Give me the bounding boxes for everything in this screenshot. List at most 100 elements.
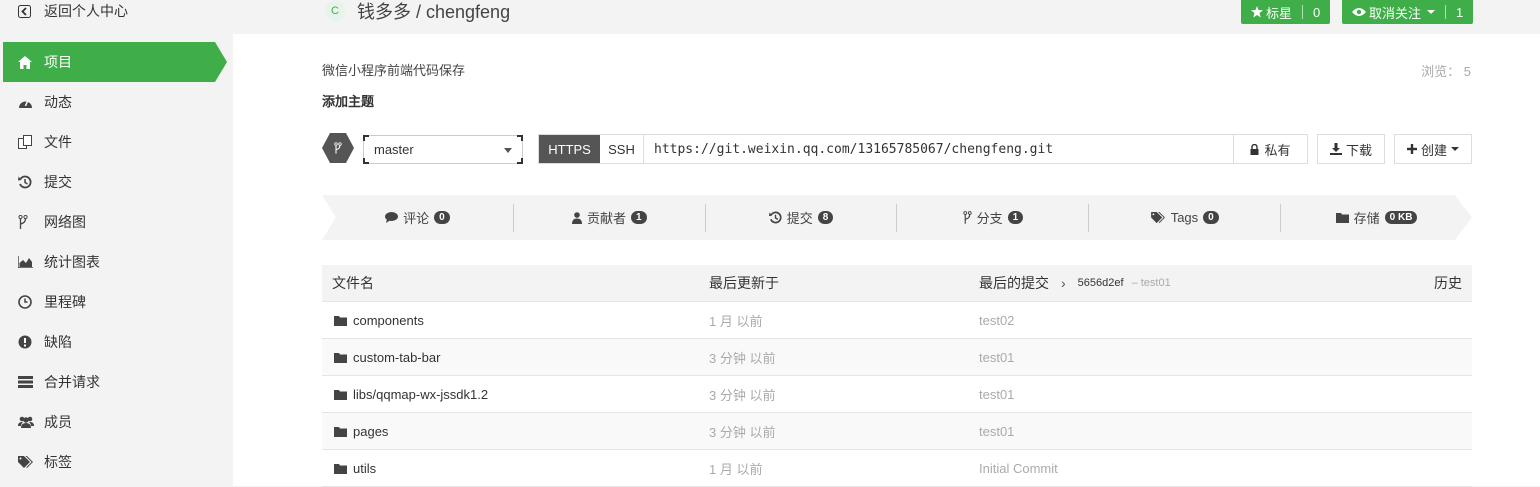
file-commit[interactable]: Initial Commit: [979, 461, 1392, 476]
table-row[interactable]: utils 1 月 以前 Initial Commit: [322, 450, 1472, 487]
file-commit[interactable]: test01: [979, 387, 1392, 402]
sidebar-item-project[interactable]: 项目: [3, 42, 227, 82]
folder-icon: [1335, 212, 1349, 223]
stat-count-badge: 1: [1007, 211, 1024, 224]
file-name[interactable]: custom-tab-bar: [353, 350, 440, 365]
comment-icon: [385, 212, 399, 223]
stat-contributors[interactable]: 贡献者 1: [512, 203, 705, 232]
repo-title[interactable]: 钱多多 / chengfeng: [357, 0, 510, 24]
last-commit-label: 最后的提交: [979, 275, 1049, 291]
file-name[interactable]: pages: [353, 424, 388, 439]
home-icon: [18, 55, 44, 69]
file-name[interactable]: components: [353, 313, 424, 328]
table-row[interactable]: custom-tab-bar 3 分钟 以前 test01: [322, 339, 1472, 376]
repo-description: 微信小程序前端代码保存: [322, 63, 466, 78]
ssh-toggle[interactable]: SSH: [600, 135, 644, 163]
file-updated: 1 月 以前: [709, 461, 763, 477]
stat-commits[interactable]: 提交 8: [704, 203, 897, 232]
stat-branches[interactable]: 分支 1: [896, 203, 1088, 232]
file-commit[interactable]: test02: [979, 313, 1392, 328]
history-link[interactable]: 历史: [1392, 273, 1472, 293]
stat-count-badge: 0: [434, 211, 450, 224]
sidebar-item-tags[interactable]: 标签: [3, 442, 215, 482]
dashboard-icon: [18, 96, 44, 109]
branch-icon: [18, 215, 44, 229]
clone-url-input[interactable]: https://git.weixin.qq.com/13165785067/ch…: [644, 135, 1234, 163]
views-label: 浏览：: [1421, 64, 1461, 79]
sidebar-item-label: 网络图: [44, 214, 86, 230]
user-icon: [571, 211, 582, 224]
download-button[interactable]: 下载: [1317, 134, 1385, 164]
views-count: 5: [1463, 64, 1471, 79]
download-label: 下载: [1345, 142, 1372, 158]
file-updated: 3 分钟 以前: [709, 424, 776, 440]
https-toggle[interactable]: HTTPS: [539, 135, 600, 163]
repo-avatar: C: [325, 1, 345, 21]
chevron-right-icon: ›: [1061, 275, 1066, 291]
stat-label: 存储: [1353, 211, 1380, 226]
sidebar-item-members[interactable]: 成员: [3, 402, 215, 442]
visibility-badge: 私有: [1234, 135, 1307, 163]
sidebar-item-label: 提交: [44, 174, 72, 190]
sidebar: 返回个人中心 项目 动态 文件 提交 网络图 统计图表 里程碑 缺陷 合并请求 …: [0, 0, 233, 486]
last-commit-message: – test01: [1131, 277, 1171, 289]
sidebar-item-stats[interactable]: 统计图表: [3, 242, 215, 282]
star-label: 标星: [1266, 5, 1293, 21]
create-label: 创建: [1420, 142, 1447, 158]
file-name[interactable]: utils: [353, 461, 376, 476]
star-icon: [1251, 6, 1263, 18]
table-row[interactable]: libs/qqmap-wx-jssdk1.2 3 分钟 以前 test01: [322, 376, 1472, 413]
branch-select[interactable]: master: [363, 135, 523, 164]
sidebar-item-merge-requests[interactable]: 合并请求: [3, 362, 215, 402]
table-row[interactable]: components 1 月 以前 test02: [322, 302, 1472, 339]
stat-label: 分支: [976, 211, 1003, 226]
sidebar-item-milestones[interactable]: 里程碑: [3, 282, 215, 322]
sidebar-item-label: 文件: [44, 134, 72, 150]
sidebar-item-commits[interactable]: 提交: [3, 162, 215, 202]
history-icon: [18, 175, 44, 189]
col-updated-header: 最后更新于: [709, 275, 779, 291]
watch-button[interactable]: 取消关注 1: [1342, 0, 1474, 24]
star-count: 0: [1313, 4, 1321, 20]
add-topic-link[interactable]: 添加主题: [322, 91, 374, 110]
back-to-profile-link[interactable]: 返回个人中心: [0, 0, 233, 22]
folder-icon: [334, 315, 347, 326]
sidebar-item-label: 项目: [44, 54, 72, 70]
branch-icon: [962, 211, 972, 224]
file-name[interactable]: libs/qqmap-wx-jssdk1.2: [353, 387, 488, 402]
visibility-label: 私有: [1264, 142, 1291, 158]
table-row[interactable]: pages 3 分钟 以前 test01: [322, 413, 1472, 450]
chevron-down-icon: [504, 148, 512, 153]
sidebar-item-files[interactable]: 文件: [3, 122, 215, 162]
back-label: 返回个人中心: [44, 3, 128, 19]
file-updated: 3 分钟 以前: [709, 350, 776, 366]
folder-icon: [334, 426, 347, 437]
file-updated: 1 月 以前: [709, 313, 763, 329]
repo-stats-bar: 评论 0 贡献者 1 提交 8 分支 1 Tags 0 存储 0 KB: [322, 195, 1472, 240]
file-commit[interactable]: test01: [979, 424, 1392, 439]
stat-label: 贡献者: [586, 211, 626, 226]
star-button[interactable]: 标星 0: [1241, 0, 1331, 24]
sidebar-item-label: 统计图表: [44, 254, 100, 270]
stat-comments[interactable]: 评论 0: [322, 204, 513, 232]
sidebar-item-activity[interactable]: 动态: [3, 82, 215, 122]
sidebar-item-network[interactable]: 网络图: [3, 202, 215, 242]
repo-header: C 钱多多 / chengfeng: [325, 0, 510, 22]
branch-select-value: master: [374, 142, 414, 157]
stat-label: 提交: [786, 211, 813, 226]
file-commit[interactable]: test01: [979, 350, 1392, 365]
views-counter: 浏览： 5: [1421, 61, 1471, 80]
stat-storage[interactable]: 存储 0 KB: [1280, 203, 1472, 232]
sidebar-item-label: 缺陷: [44, 334, 72, 350]
last-commit-sha[interactable]: 5656d2ef: [1078, 277, 1124, 289]
table-body: components 1 月 以前 test02 custom-tab-bar …: [322, 302, 1472, 487]
create-button[interactable]: 创建: [1394, 134, 1472, 164]
table-header: 文件名 最后更新于 最后的提交 › 5656d2ef – test01 历史: [322, 265, 1472, 302]
stat-label: Tags: [1170, 210, 1199, 225]
eye-icon: [1352, 7, 1366, 17]
list-icon: [18, 376, 44, 388]
users-icon: [18, 416, 44, 428]
stat-tags[interactable]: Tags 0: [1088, 203, 1280, 232]
sidebar-item-issues[interactable]: 缺陷: [3, 322, 215, 362]
tags-icon: [18, 455, 44, 469]
